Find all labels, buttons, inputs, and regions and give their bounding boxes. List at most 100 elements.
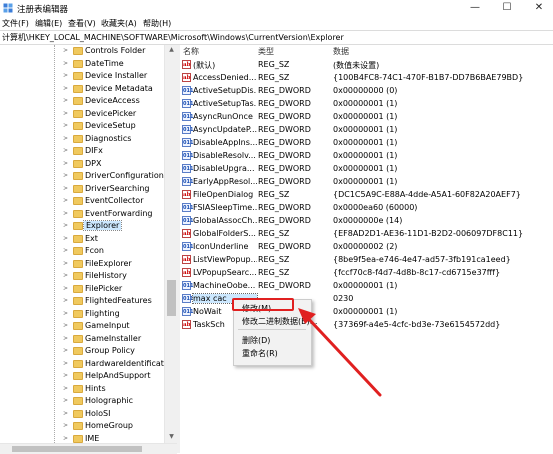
tree-item[interactable]: > DIFx xyxy=(0,145,170,157)
tree-item[interactable]: > EventCollector xyxy=(0,195,170,207)
tree-item[interactable]: > DriverSearching xyxy=(0,183,170,195)
tree-item[interactable]: > FilePicker xyxy=(0,283,170,295)
address-bar[interactable]: 计算机\HKEY_LOCAL_MACHINE\SOFTWARE\Microsof… xyxy=(0,30,553,45)
tree-item[interactable]: > Ext xyxy=(0,233,170,245)
maximize-button[interactable]: ☐ xyxy=(493,0,521,17)
tree-item[interactable]: > Explorer xyxy=(0,220,170,232)
tree-item[interactable]: > Group Policy xyxy=(0,345,170,357)
expand-chevron-icon[interactable]: > xyxy=(63,72,68,79)
expand-chevron-icon[interactable]: > xyxy=(63,385,68,392)
hscroll-thumb[interactable] xyxy=(12,446,142,452)
minimize-button[interactable]: — xyxy=(461,0,489,17)
context-menu-rename[interactable]: 重命名(R) xyxy=(242,348,278,359)
tree-item[interactable]: > HelpAndSupport xyxy=(0,370,170,382)
expand-chevron-icon[interactable]: > xyxy=(63,260,68,267)
tree-item[interactable]: > DPX xyxy=(0,158,170,170)
column-header-name[interactable]: 名称 xyxy=(183,46,199,57)
expand-chevron-icon[interactable]: > xyxy=(63,197,68,204)
scroll-thumb[interactable] xyxy=(167,280,176,316)
tree-item[interactable]: > HomeGroup xyxy=(0,420,170,432)
menu-file[interactable]: 文件(F) xyxy=(2,18,29,29)
table-row[interactable]: ab ListViewPopup... REG_SZ {8be9f5ea-e746-4… xyxy=(180,253,553,266)
expand-chevron-icon[interactable]: > xyxy=(63,160,68,167)
table-row[interactable]: 011 FSIASleepTime... REG_DWORD 0x0000ea60 (… xyxy=(180,201,553,214)
table-row[interactable]: 011 ActiveSetupTas... REG_DWORD 0x00000001 … xyxy=(180,97,553,110)
table-row[interactable]: 011 DisableAppIns... REG_DWORD 0x00000001 (… xyxy=(180,136,553,149)
expand-chevron-icon[interactable]: > xyxy=(63,172,68,179)
table-row[interactable]: ab (默认) REG_SZ (数值未设置) xyxy=(180,58,553,71)
tree-item[interactable]: > FlightedFeatures xyxy=(0,295,170,307)
expand-chevron-icon[interactable]: > xyxy=(63,397,68,404)
expand-chevron-icon[interactable]: > xyxy=(63,310,68,317)
table-row[interactable]: ab FileOpenDialog REG_SZ {DC1C5A9C-E88A-4dd… xyxy=(180,188,553,201)
close-button[interactable]: ✕ xyxy=(525,0,553,17)
tree-item[interactable]: > DateTime xyxy=(0,58,170,70)
tree-item[interactable]: > DriverConfiguration xyxy=(0,170,170,182)
address-path[interactable]: 计算机\HKEY_LOCAL_MACHINE\SOFTWARE\Microsof… xyxy=(2,32,344,43)
table-row[interactable]: 011 IconUnderline REG_DWORD 0x00000002 (2) xyxy=(180,240,553,253)
menu-help[interactable]: 帮助(H) xyxy=(143,18,171,29)
tree-item[interactable]: > FileExplorer xyxy=(0,258,170,270)
tree-item[interactable]: > Hints xyxy=(0,383,170,395)
column-header-data[interactable]: 数据 xyxy=(333,46,349,57)
tree-horizontal-scrollbar[interactable] xyxy=(0,443,177,454)
expand-chevron-icon[interactable]: > xyxy=(63,235,68,242)
table-row[interactable]: ab LVPopupSearc... REG_SZ {fccf70c8-f4d7-4d… xyxy=(180,266,553,279)
expand-chevron-icon[interactable]: > xyxy=(63,435,68,442)
table-row[interactable]: 011 ActiveSetupDis... REG_DWORD 0x00000000 … xyxy=(180,84,553,97)
context-menu-modify-binary[interactable]: 修改二进制数据(B)... xyxy=(242,316,317,327)
expand-chevron-icon[interactable]: > xyxy=(63,60,68,67)
expand-chevron-icon[interactable]: > xyxy=(63,222,68,229)
expand-chevron-icon[interactable]: > xyxy=(63,122,68,129)
tree-item[interactable]: > GameInstaller xyxy=(0,333,170,345)
tree-item[interactable]: > DevicePicker xyxy=(0,108,170,120)
tree-item[interactable]: > HardwareIdentification xyxy=(0,358,176,370)
tree-item[interactable]: > Flighting xyxy=(0,308,170,320)
tree-item[interactable]: > FileHistory xyxy=(0,270,170,282)
expand-chevron-icon[interactable]: > xyxy=(63,422,68,429)
expand-chevron-icon[interactable]: > xyxy=(63,297,68,304)
tree-item[interactable]: > IME xyxy=(0,433,170,444)
expand-chevron-icon[interactable]: > xyxy=(63,372,68,379)
table-row[interactable]: 011 AsyncUpdateP... REG_DWORD 0x00000001 (1… xyxy=(180,123,553,136)
table-row[interactable]: 011 AsyncRunOnce REG_DWORD 0x00000001 (1) xyxy=(180,110,553,123)
tree-item[interactable]: > EventForwarding xyxy=(0,208,170,220)
tree-item[interactable]: > Holographic xyxy=(0,395,170,407)
expand-chevron-icon[interactable]: > xyxy=(63,410,68,417)
tree-item[interactable]: > GameInput xyxy=(0,320,170,332)
tree-item[interactable]: > Diagnostics xyxy=(0,133,170,145)
expand-chevron-icon[interactable]: > xyxy=(63,147,68,154)
expand-chevron-icon[interactable]: > xyxy=(63,247,68,254)
tree-item[interactable]: > DeviceSetup xyxy=(0,120,170,132)
context-menu-delete[interactable]: 删除(D) xyxy=(242,335,270,346)
table-row[interactable]: 011 DisableResolv... REG_DWORD 0x00000001 (… xyxy=(180,149,553,162)
tree-item[interactable]: > Fcon xyxy=(0,245,170,257)
expand-chevron-icon[interactable]: > xyxy=(63,285,68,292)
tree-item[interactable]: > HoloSI xyxy=(0,408,170,420)
table-row[interactable]: ab GlobalFolderS... REG_SZ {EF8AD2D1-AE36-1… xyxy=(180,227,553,240)
expand-chevron-icon[interactable]: > xyxy=(63,210,68,217)
expand-chevron-icon[interactable]: > xyxy=(63,110,68,117)
expand-chevron-icon[interactable]: > xyxy=(63,185,68,192)
tree-item[interactable]: > Device Metadata xyxy=(0,83,170,95)
table-row[interactable]: ab AccessDenied... REG_SZ {100B4FC8-74C1-47… xyxy=(180,71,553,84)
expand-chevron-icon[interactable]: > xyxy=(63,347,68,354)
expand-chevron-icon[interactable]: > xyxy=(63,135,68,142)
column-header-type[interactable]: 类型 xyxy=(258,46,274,57)
expand-chevron-icon[interactable]: > xyxy=(63,360,68,367)
tree-vertical-scrollbar[interactable]: ▲ ▼ xyxy=(164,45,178,443)
expand-chevron-icon[interactable]: > xyxy=(63,97,68,104)
expand-chevron-icon[interactable]: > xyxy=(63,322,68,329)
expand-chevron-icon[interactable]: > xyxy=(63,335,68,342)
menu-edit[interactable]: 编辑(E) xyxy=(35,18,62,29)
tree-item[interactable]: > Device Installer xyxy=(0,70,170,82)
table-row[interactable]: 011 GlobalAssocCh... REG_DWORD 0x0000000e (… xyxy=(180,214,553,227)
expand-chevron-icon[interactable]: > xyxy=(63,47,68,54)
menu-view[interactable]: 查看(V) xyxy=(68,18,96,29)
menu-favorites[interactable]: 收藏夹(A) xyxy=(101,18,137,29)
expand-chevron-icon[interactable]: > xyxy=(63,272,68,279)
tree-item[interactable]: > Controls Folder xyxy=(0,45,170,57)
table-row[interactable]: 011 DisableUpgra... REG_DWORD 0x00000001 (1… xyxy=(180,162,553,175)
expand-chevron-icon[interactable]: > xyxy=(63,85,68,92)
table-row[interactable]: 011 MachineOobe... REG_DWORD 0x00000001 (1) xyxy=(180,279,553,292)
